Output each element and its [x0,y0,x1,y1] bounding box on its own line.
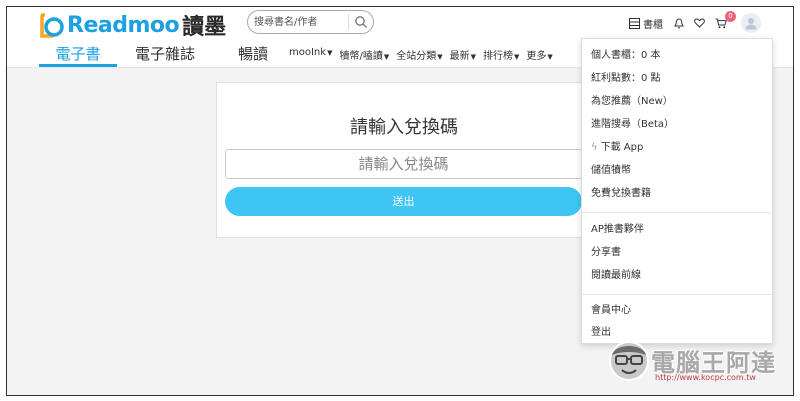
notification-button[interactable] [674,17,684,29]
caret-down-icon: ▼ [383,53,390,61]
tab-unlimited[interactable]: 暢讀 [213,43,293,67]
logo-text: Readmoo [67,12,180,38]
search-box [247,10,374,34]
search-icon[interactable] [354,15,368,29]
caret-down-icon: ▼ [327,49,333,57]
menu-item-redeem-free-books[interactable]: 免費兌換書籍 [591,186,651,202]
menu-item-reading-frontline[interactable]: 閱讀最前線 [591,268,641,284]
download-app-label: 下載 App [600,142,644,153]
menu-item-download-app[interactable]: ϟ 下載 App [591,140,643,156]
menu-item-label: 更多 [526,51,547,62]
menu-item-top-up-coins[interactable]: 儲值犢幣 [591,163,631,179]
caret-down-icon: ▼ [437,53,443,61]
menu-item-member-center[interactable]: 會員中心 [591,303,631,319]
caret-down-icon: ▼ [470,53,476,61]
cart-button[interactable]: 0 [715,10,736,29]
bookshelf-icon [629,17,640,29]
bookshelf-label: 書櫃 [643,19,663,31]
mascot-face-icon [609,341,649,381]
menu-item-bonus-points[interactable]: 紅利點數：0 點 [591,71,661,87]
menu-item-recommended[interactable]: 為您推薦（New） [591,94,673,110]
menu-item-more[interactable]: 更多▼ [526,47,552,62]
logo-chinese-name: 讀墨 [182,14,227,40]
readmoo-logo[interactable]: Readmoo 讀墨 [39,11,227,40]
menu-item-share-books[interactable]: 分享書 [591,245,621,261]
user-avatar-icon [745,18,757,30]
redeem-title: 請輸入兌換碼 [350,117,458,138]
heart-icon [694,18,705,28]
watermark-url: http://www.kocpc.com.tw [655,373,756,382]
search-divider [348,14,349,30]
redeem-submit-button[interactable]: 送出 [225,187,582,216]
logo-text-moo: moo [127,12,180,38]
menu-item-label: 全站分類 [396,51,437,62]
readmoo-logo-icon [40,13,64,38]
cart-count-badge: 0 [725,10,736,22]
lightning-icon: ϟ [591,142,598,153]
tab-ebooks[interactable]: 電子書 [39,43,117,67]
browser-frame: Readmoo 讀墨 書櫃 [6,6,794,396]
user-dropdown-menu: 個人書櫃：0 本 紅利點數：0 點 為您推薦（New） 進階搜尋（Beta） ϟ… [581,38,773,344]
header-tools: 書櫃 0 [629,10,761,33]
bookshelf-button[interactable]: 書櫃 [629,16,663,31]
user-avatar-button[interactable] [741,13,761,33]
logo-text-read: Read [67,12,128,38]
bell-icon [674,17,684,28]
redeem-code-input[interactable] [225,149,582,179]
menu-item-categories[interactable]: 全站分類▼ [396,47,442,62]
category-menu: mooInk▼ 犢幣/嗑讀▼ 全站分類▼ 最新▼ 排行榜▼ 更多▼ [289,47,560,62]
menu-item-rankings[interactable]: 排行榜▼ [483,47,519,62]
redeem-card: 請輸入兌換碼 送出 [216,82,592,238]
menu-item-ap-partner[interactable]: AP推書夥伴 [591,222,644,238]
kocpc-watermark: 電腦王阿達 http://www.kocpc.com.tw [605,337,787,393]
main-nav: 電子書 電子雜誌 暢讀 [39,43,293,67]
menu-item-advanced-search[interactable]: 進階搜尋（Beta） [591,117,674,133]
wishlist-button[interactable] [694,18,705,28]
menu-item-coins[interactable]: 犢幣/嗑讀▼ [339,47,389,62]
menu-item-label: 犢幣/嗑讀 [339,51,383,62]
menu-item-personal-shelf[interactable]: 個人書櫃：0 本 [591,48,661,64]
menu-item-latest[interactable]: 最新▼ [450,47,476,62]
menu-item-label: 最新 [449,51,470,62]
menu-item-label: 排行榜 [483,51,513,62]
menu-divider [582,294,772,295]
caret-down-icon: ▼ [514,53,520,61]
menu-item-mooink[interactable]: mooInk▼ [289,47,332,62]
tab-emagazines[interactable]: 電子雜誌 [117,43,213,67]
menu-item-label: mooInk [289,47,327,58]
caret-down-icon: ▼ [547,53,553,61]
menu-divider [582,212,772,213]
search-input[interactable] [254,14,344,30]
